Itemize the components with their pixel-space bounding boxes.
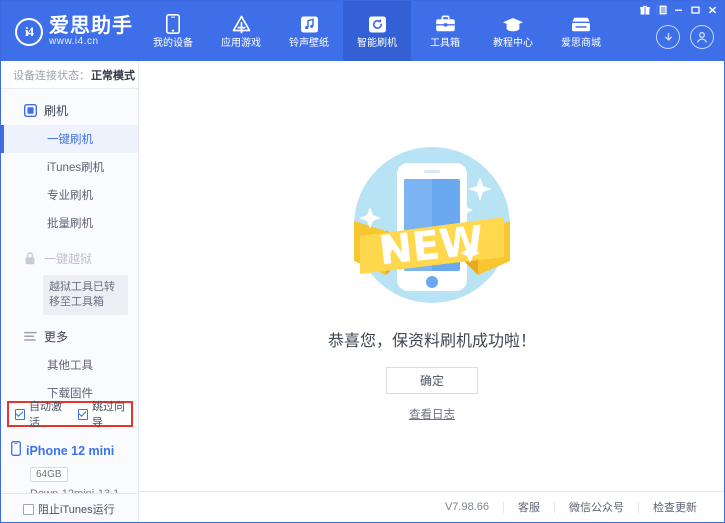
nav-item-store[interactable]: 爱思商城 <box>547 1 615 61</box>
block-itunes-option[interactable]: 阻止iTunes运行 <box>23 501 115 517</box>
flash-options-group: 自动激活 跳过向导 <box>7 401 133 427</box>
sidebar-section-jailbreak[interactable]: 一键越狱 <box>1 243 138 273</box>
connection-status: 设备连接状态：正常模式 <box>1 61 138 89</box>
nav-label: 爱思商城 <box>561 38 601 49</box>
logo-url: www.i4.cn <box>49 36 133 48</box>
app-window: i4 爱思助手 www.i4.cn 我的设备 应用游戏 <box>0 0 725 523</box>
top-right-actions <box>656 25 714 49</box>
sidebar-item-label: iTunes刷机 <box>47 159 104 175</box>
nav-label: 我的设备 <box>153 38 193 49</box>
maximize-icon[interactable] <box>688 3 703 16</box>
version-label: V7.98.66 <box>431 501 503 513</box>
top-bar: i4 爱思助手 www.i4.cn 我的设备 应用游戏 <box>1 1 725 61</box>
nav-item-apps-games[interactable]: 应用游戏 <box>207 1 275 61</box>
confirm-button[interactable]: 确定 <box>386 367 478 394</box>
sidebar-item-label: 批量刷机 <box>47 215 93 231</box>
block-itunes-label: 阻止iTunes运行 <box>38 501 115 517</box>
sidebar-item-label: 其他工具 <box>47 357 93 373</box>
connection-status-value: 正常模式 <box>91 67 135 83</box>
check-update-link[interactable]: 检查更新 <box>639 499 711 515</box>
device-name: iPhone 12 mini <box>26 444 114 458</box>
phone-small-icon <box>11 441 21 461</box>
auto-activate-option[interactable]: 自动激活 <box>15 398 68 430</box>
new-phone-badge-illustration: NEW <box>342 135 522 320</box>
skip-wizard-label: 跳过向导 <box>92 398 131 430</box>
refresh-icon <box>366 13 388 35</box>
sidebar-section-more: 更多 <box>1 321 138 351</box>
block-itunes-checkbox[interactable] <box>23 504 34 515</box>
logo-name: 爱思助手 <box>49 15 133 35</box>
nav-item-toolbox[interactable]: 工具箱 <box>411 1 479 61</box>
list-icon <box>23 329 37 343</box>
block-itunes-row: 阻止iTunes运行 <box>1 493 138 523</box>
sidebar-item-itunes-flash[interactable]: iTunes刷机 <box>1 153 138 181</box>
gift-icon[interactable] <box>637 3 652 16</box>
sidebar: 设备连接状态：正常模式 刷机 一键刷机 iTunes刷机 专业刷机 批量刷机 一… <box>1 61 139 523</box>
flash-icon <box>23 103 37 117</box>
graduation-icon <box>502 13 524 35</box>
music-icon <box>298 13 320 35</box>
phone-icon <box>162 13 184 35</box>
skip-wizard-checkbox[interactable] <box>78 409 88 420</box>
main-content: NEW 恭喜您，保资料刷机成功啦！ 确定 查看日志 <box>139 61 725 493</box>
sidebar-section-title: 更多 <box>44 328 68 345</box>
jailbreak-tooltip: 越狱工具已转移至工具箱 <box>43 275 128 315</box>
account-icon[interactable] <box>690 25 714 49</box>
sidebar-item-label: 一键刷机 <box>47 131 93 147</box>
auto-activate-checkbox[interactable] <box>15 409 25 420</box>
sidebar-section-title: 刷机 <box>44 102 68 119</box>
app-logo: i4 爱思助手 www.i4.cn <box>15 15 133 48</box>
menu-icon[interactable] <box>654 3 669 16</box>
download-icon[interactable] <box>656 25 680 49</box>
skip-wizard-option[interactable]: 跳过向导 <box>78 398 131 430</box>
nav-item-ringtone-wallpaper[interactable]: 铃声壁纸 <box>275 1 343 61</box>
connection-status-label: 设备连接状态： <box>13 67 90 83</box>
sidebar-item-batch-flash[interactable]: 批量刷机 <box>1 209 138 237</box>
sidebar-item-label: 专业刷机 <box>47 187 93 203</box>
apps-icon <box>230 13 252 35</box>
main-nav: 我的设备 应用游戏 铃声壁纸 智能刷机 <box>139 1 615 61</box>
nav-item-my-device[interactable]: 我的设备 <box>139 1 207 61</box>
store-icon <box>570 13 592 35</box>
sidebar-item-pro-flash[interactable]: 专业刷机 <box>1 181 138 209</box>
sidebar-item-one-key-flash[interactable]: 一键刷机 <box>1 125 138 153</box>
sidebar-item-other-tools[interactable]: 其他工具 <box>1 351 138 379</box>
minimize-icon[interactable] <box>671 3 686 16</box>
nav-label: 智能刷机 <box>357 38 397 49</box>
toolbox-icon <box>434 13 456 35</box>
nav-label: 应用游戏 <box>221 38 261 49</box>
wechat-official-link[interactable]: 微信公众号 <box>555 499 638 515</box>
nav-label: 教程中心 <box>493 38 533 49</box>
auto-activate-label: 自动激活 <box>29 398 68 430</box>
sidebar-section-title: 一键越狱 <box>44 250 92 267</box>
customer-service-link[interactable]: 客服 <box>504 499 554 515</box>
logo-mark-icon: i4 <box>15 18 43 46</box>
close-icon[interactable] <box>705 3 720 16</box>
nav-item-tutorial-center[interactable]: 教程中心 <box>479 1 547 61</box>
window-controls <box>637 3 720 16</box>
nav-item-smart-flash[interactable]: 智能刷机 <box>343 1 411 61</box>
status-bar: V7.98.66 客服 微信公众号 检查更新 <box>139 491 725 522</box>
device-capacity: 64GB <box>30 467 68 482</box>
view-log-link[interactable]: 查看日志 <box>409 406 455 422</box>
nav-label: 铃声壁纸 <box>289 38 329 49</box>
sidebar-section-flash: 刷机 <box>1 95 138 125</box>
lock-icon <box>23 251 37 265</box>
nav-label: 工具箱 <box>430 38 460 49</box>
success-message: 恭喜您，保资料刷机成功啦！ <box>139 327 725 351</box>
